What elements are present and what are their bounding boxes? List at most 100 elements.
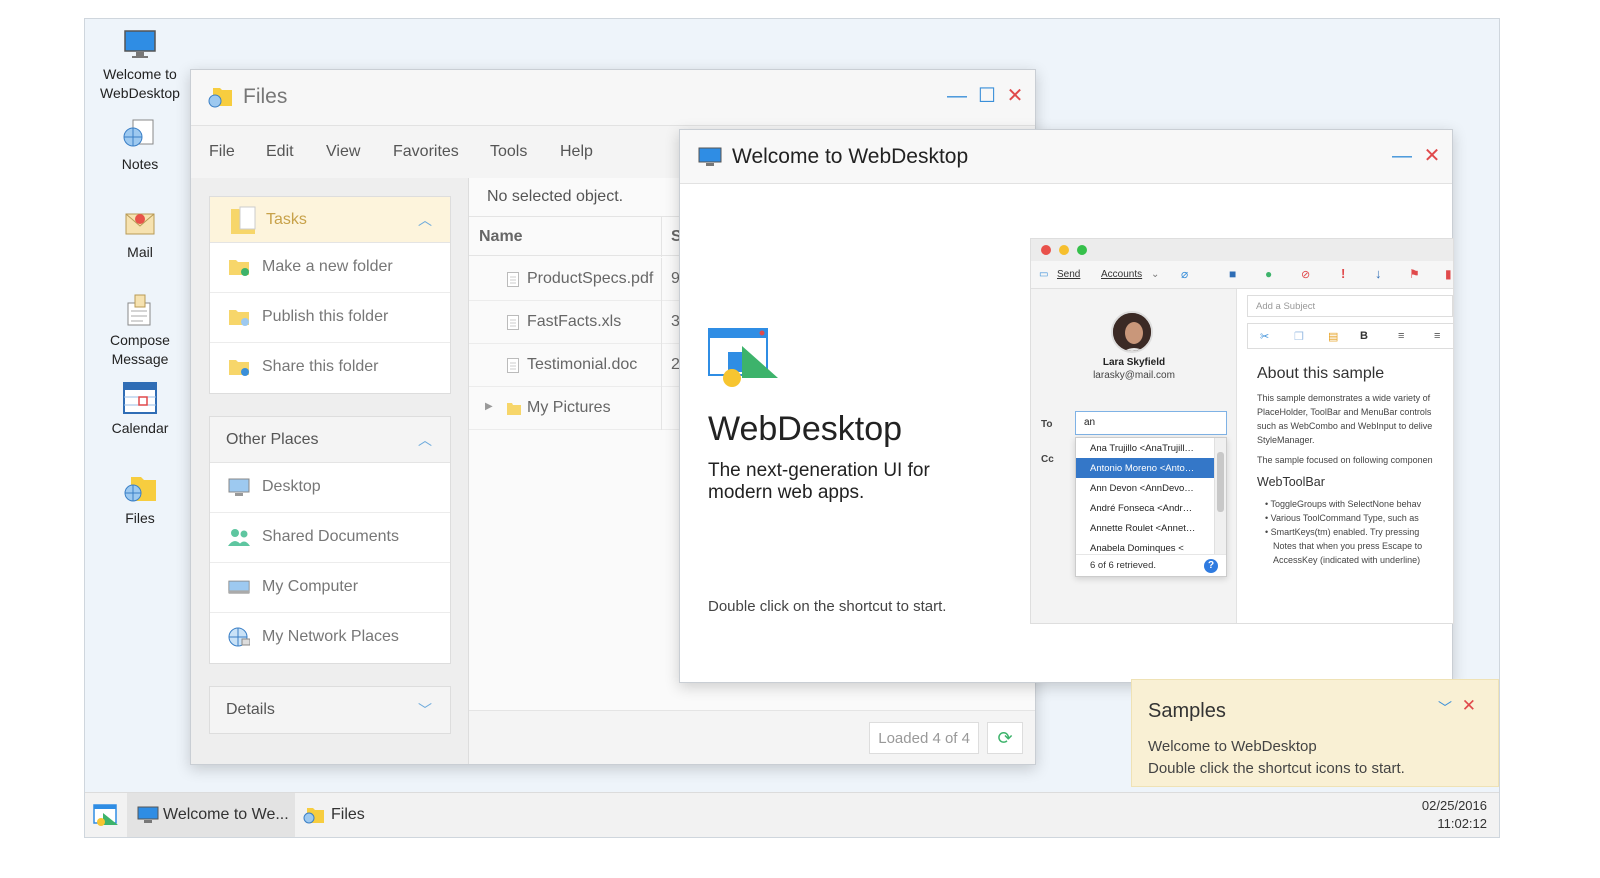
publish-folder-icon [229, 310, 249, 326]
close-icon[interactable]: ✕ [1462, 696, 1476, 716]
tasks-panel-header[interactable]: Tasks ︿ [210, 197, 450, 243]
maximize-button[interactable]: ☐ [977, 86, 997, 106]
delete-icon[interactable]: ⊘ [1301, 268, 1310, 281]
help-icon[interactable]: ? [1204, 559, 1218, 573]
monitor-icon [698, 147, 722, 166]
send-button[interactable]: Send [1057, 269, 1080, 280]
taskbar-item-welcome[interactable]: Welcome to We... [127, 793, 295, 837]
other-places-header[interactable]: Other Places ︿ [210, 417, 450, 463]
task-item[interactable]: Make a new folder [210, 243, 450, 293]
tasks-panel-title: Tasks [266, 211, 307, 228]
to-input[interactable]: an [1075, 411, 1227, 435]
more-icon[interactable]: ▮ [1445, 267, 1452, 281]
shortcut-files[interactable]: Files [85, 471, 195, 528]
network-icon [228, 627, 250, 647]
menu-edit[interactable]: Edit [266, 143, 294, 161]
files-titlebar[interactable]: Files — ☐ ✕ [191, 70, 1035, 126]
close-button[interactable]: ✕ [1422, 146, 1442, 166]
suggestion-item[interactable]: André Fonseca <Andr… [1076, 498, 1214, 518]
copy-icon[interactable]: ❐ [1294, 330, 1304, 343]
product-heading: WebDesktop [708, 410, 903, 448]
refresh-button[interactable]: ⟳ [987, 722, 1023, 754]
suggestion-item[interactable]: Ann Devon <AnnDevo… [1076, 478, 1214, 498]
flag-icon[interactable]: ⚑ [1409, 267, 1420, 281]
dropdown-scrollbar[interactable] [1214, 438, 1226, 556]
chevron-down-icon[interactable]: ﹀ [1438, 698, 1452, 718]
about-line: StyleManager. [1257, 435, 1315, 445]
shortcut-mail[interactable]: Mail [85, 205, 195, 262]
align-left-icon[interactable]: ≡ [1398, 330, 1404, 342]
shortcut-calendar[interactable]: Calendar [85, 381, 195, 438]
place-item[interactable]: Shared Documents [210, 513, 450, 563]
other-places-title: Other Places [226, 431, 319, 448]
place-item[interactable]: My Computer [210, 563, 450, 613]
bold-icon[interactable]: B [1360, 330, 1368, 342]
taskbar-item-files[interactable]: Files [297, 793, 387, 837]
welcome-window: Welcome to WebDesktop — ✕ WebDesktop The… [679, 129, 1454, 683]
chevron-up-icon[interactable]: ︿ [418, 430, 432, 450]
chevron-up-icon[interactable]: ︿ [418, 210, 432, 230]
taskbar-item-label: Welcome to We... [163, 806, 289, 823]
contact-icon[interactable]: ● [1265, 267, 1272, 281]
mail-sender-pane: Lara Skyfield larasky@mail.com To Cc an … [1031, 289, 1237, 623]
shortcut-compose[interactable]: Compose Message [85, 293, 195, 369]
loaded-status: Loaded 4 of 4 [869, 722, 979, 754]
share-folder-icon [229, 360, 249, 376]
minimize-button[interactable]: — [947, 86, 967, 106]
dropdown-footer: 6 of 6 retrieved. ? [1076, 554, 1226, 576]
column-name[interactable]: Name [479, 228, 523, 246]
start-button-icon[interactable] [93, 803, 119, 827]
place-label: My Network Places [262, 628, 399, 645]
computer-icon [228, 580, 250, 594]
notification-line: Double click the shortcut icons to start… [1148, 760, 1405, 777]
notification-line: Welcome to WebDesktop [1148, 738, 1317, 755]
bullet-text: ToggleGroups with SelectNone behav [1270, 499, 1422, 509]
paste-icon[interactable]: ▤ [1328, 330, 1338, 343]
accounts-button[interactable]: Accounts [1101, 269, 1142, 280]
cut-icon[interactable]: ✂ [1260, 330, 1269, 343]
menu-file[interactable]: File [209, 143, 235, 161]
avatar [1111, 311, 1153, 353]
menu-view[interactable]: View [326, 143, 360, 161]
suggestion-item[interactable]: Annette Roulet <Annet… [1076, 518, 1214, 538]
bullet-item: • ToggleGroups with SelectNone behav [1265, 499, 1422, 509]
bullet-text: Various ToolCommand Type, such as [1270, 513, 1419, 523]
file-name: Testimonial.doc [527, 356, 638, 373]
chevron-down-icon: ⌄ [1151, 269, 1160, 280]
scrollbar-thumb[interactable] [1217, 452, 1224, 512]
task-item[interactable]: Share this folder [210, 343, 450, 393]
chevron-down-icon[interactable]: ﹀ [418, 700, 432, 720]
suggestion-item[interactable]: Ana Trujillo <AnaTrujill… [1076, 438, 1214, 458]
close-button[interactable]: ✕ [1005, 86, 1025, 106]
low-importance-icon[interactable]: ↓ [1375, 266, 1382, 281]
new-folder-icon [229, 260, 249, 276]
shortcut-welcome[interactable]: Welcome to WebDesktop [85, 27, 195, 103]
welcome-titlebar[interactable]: Welcome to WebDesktop — ✕ [680, 130, 1452, 184]
send-icon: ▭ [1039, 269, 1049, 280]
minimize-button[interactable]: — [1392, 146, 1412, 166]
menu-favorites[interactable]: Favorites [393, 143, 459, 161]
attach-icon[interactable]: ⌀ [1181, 267, 1188, 281]
mail-toolbar: ▭ Send Accounts ⌄ ⌀ ■ ● ⊘ ! ↓ ⚑ ▮ [1031, 261, 1453, 289]
align-justify-icon[interactable]: ≡ [1434, 330, 1440, 342]
sender-email: larasky@mail.com [1093, 370, 1175, 381]
subject-input[interactable]: Add a Subject [1247, 295, 1453, 317]
place-item[interactable]: Desktop [210, 463, 450, 513]
shortcut-label: Calendar [111, 420, 169, 436]
place-item[interactable]: My Network Places [210, 613, 450, 663]
suggestion-item-selected[interactable]: Antonio Moreno <Anto… [1076, 458, 1214, 478]
importance-icon[interactable]: ! [1341, 266, 1345, 281]
details-header[interactable]: Details ﹀ [210, 687, 450, 733]
task-item[interactable]: Publish this folder [210, 293, 450, 343]
minimize-dot [1059, 245, 1069, 255]
shortcut-notes[interactable]: Notes [85, 117, 195, 174]
autocomplete-dropdown: Ana Trujillo <AnaTrujill… Antonio Moreno… [1075, 437, 1227, 577]
place-label: Desktop [262, 478, 321, 495]
menu-help[interactable]: Help [560, 143, 593, 161]
product-subtitle: The next-generation UI for modern web ap… [708, 460, 930, 503]
cc-label: Cc [1041, 454, 1054, 465]
book-icon[interactable]: ■ [1229, 267, 1236, 281]
calendar-icon [123, 382, 157, 414]
menu-tools[interactable]: Tools [490, 143, 527, 161]
expand-arrow-icon[interactable]: ▶ [485, 401, 493, 412]
